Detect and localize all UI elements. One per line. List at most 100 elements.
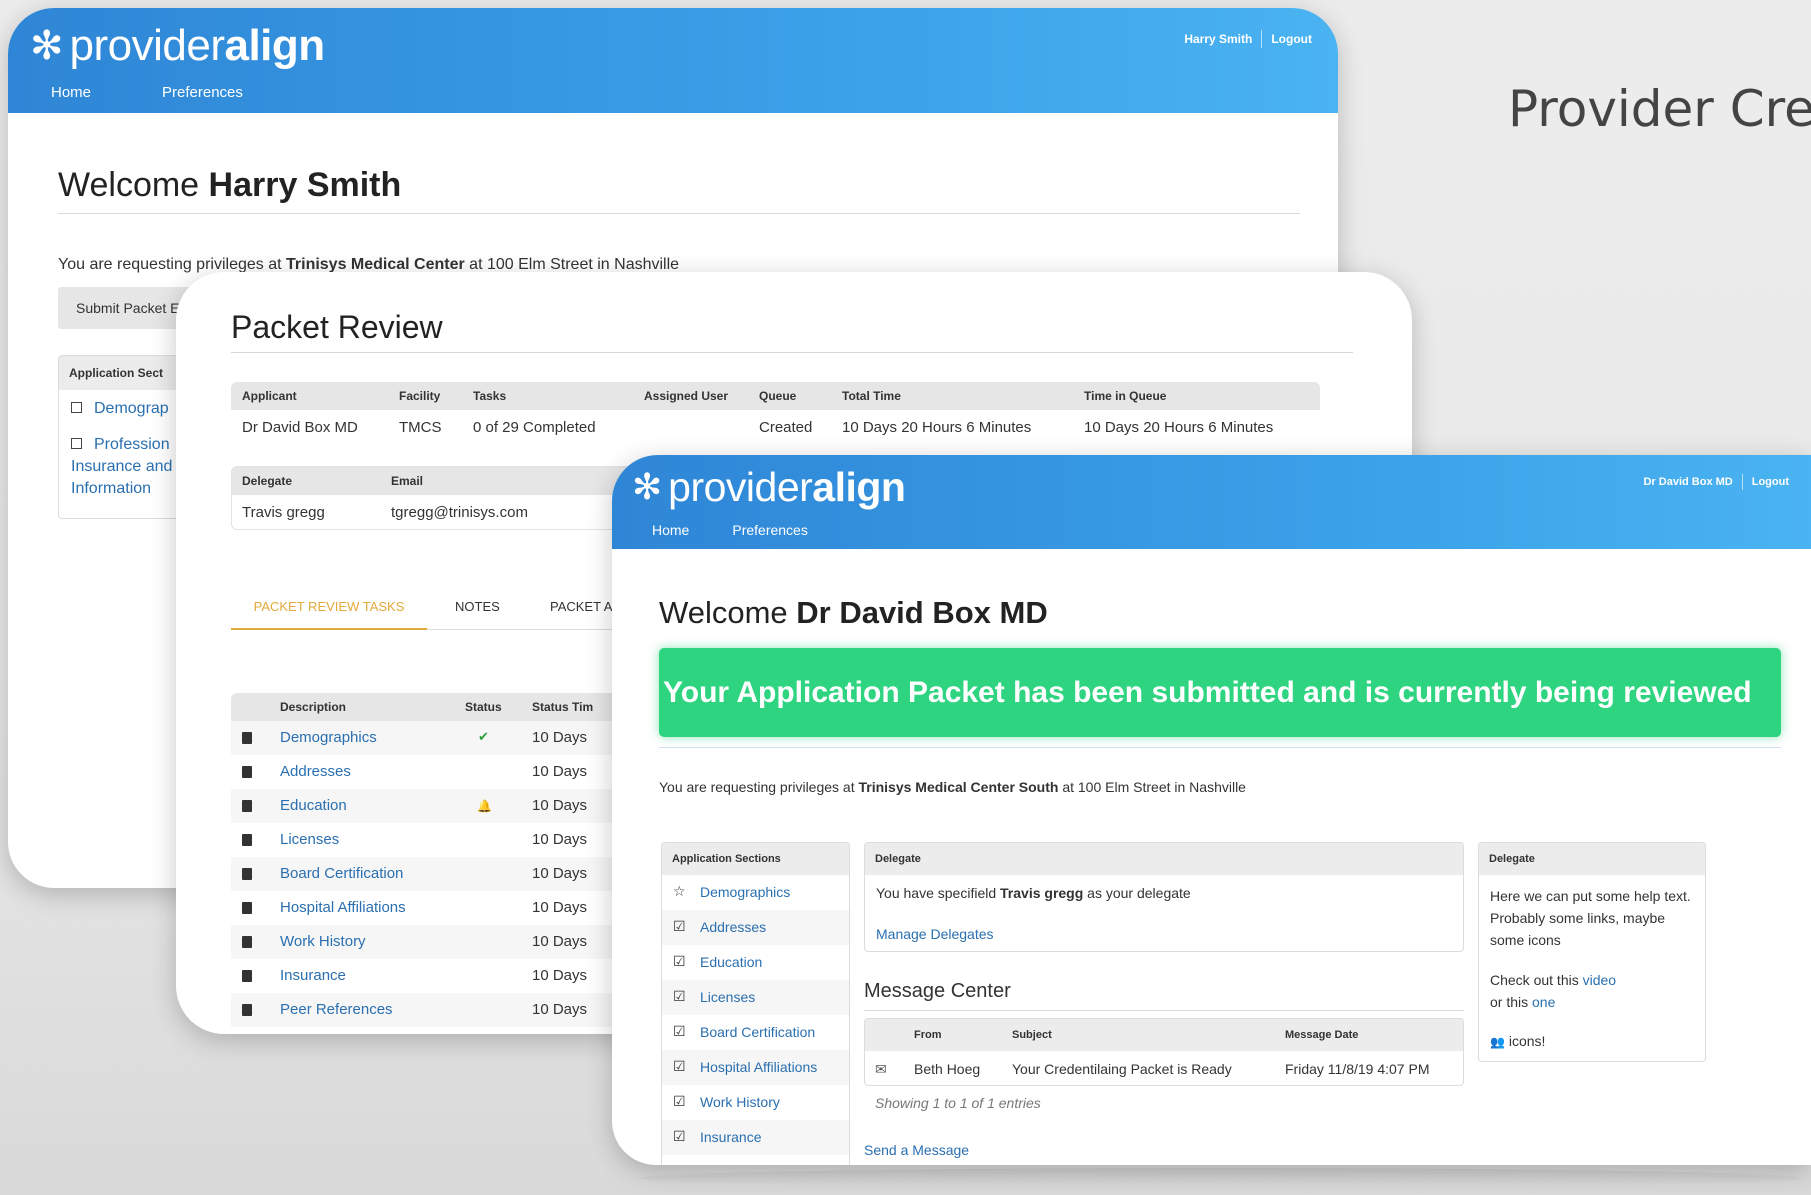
document-icon bbox=[242, 732, 252, 744]
checkbox-icon[interactable] bbox=[71, 438, 82, 449]
provideralign-logo: ✻ provider align bbox=[30, 21, 325, 70]
page-title: Provider Cre bbox=[1508, 80, 1811, 138]
section-link[interactable]: Work History bbox=[700, 1085, 780, 1120]
app-header: ✻ provider align Home Preferences Dr Davi… bbox=[612, 455, 1811, 549]
checked-box-icon: ☑ bbox=[673, 1024, 686, 1040]
checked-box-icon: ☑ bbox=[673, 1129, 686, 1145]
one-link[interactable]: one bbox=[1532, 994, 1555, 1010]
task-name-link[interactable]: Licenses bbox=[280, 823, 339, 857]
checked-box-icon: ☑ bbox=[673, 989, 686, 1005]
user-bar: Harry Smith Logout bbox=[1184, 30, 1312, 48]
delegate-text: You have specifield Travis gregg as your… bbox=[876, 885, 1191, 901]
document-icon bbox=[242, 1004, 252, 1016]
main-nav: Home Preferences bbox=[652, 522, 808, 538]
video-link[interactable]: video bbox=[1583, 972, 1616, 988]
document-icon bbox=[242, 800, 252, 812]
col-total-time: Total Time bbox=[842, 389, 901, 403]
col-tasks: Tasks bbox=[473, 389, 507, 403]
document-icon bbox=[242, 868, 252, 880]
tab-notes[interactable]: NOTES bbox=[455, 592, 500, 622]
dr-david-box-home-screen: ✻ provider align Home Preferences Dr Davi… bbox=[612, 455, 1811, 1165]
user-name[interactable]: Harry Smith bbox=[1184, 32, 1252, 46]
col-status-time: Status Tim bbox=[532, 700, 594, 714]
section-link[interactable]: Board Certification bbox=[700, 1015, 815, 1050]
section-item[interactable]: ☑ Board Certification bbox=[662, 1015, 849, 1050]
user-bar: Dr David Box MD Logout bbox=[1643, 474, 1789, 490]
task-name-link[interactable]: Board Certification bbox=[280, 857, 403, 891]
nav-home[interactable]: Home bbox=[652, 522, 689, 538]
section-link[interactable]: Licenses bbox=[700, 980, 755, 1015]
status-time: 10 Days bbox=[532, 729, 588, 746]
task-name-link[interactable]: Work History bbox=[280, 925, 366, 959]
section-item[interactable]: ☑ Hospital Affiliations bbox=[662, 1050, 849, 1085]
packet-review-title: Packet Review bbox=[231, 309, 443, 345]
logout-link[interactable]: Logout bbox=[1271, 32, 1312, 46]
status-time: 10 Days bbox=[532, 967, 588, 984]
nav-preferences[interactable]: Preferences bbox=[732, 522, 807, 538]
tab-packet-review-tasks[interactable]: PACKET REVIEW TASKS bbox=[231, 592, 427, 630]
task-name-link[interactable]: Insurance bbox=[280, 959, 346, 993]
envelope-icon: ✉ bbox=[875, 1061, 887, 1077]
user-name[interactable]: Dr David Box MD bbox=[1643, 476, 1732, 488]
document-icon bbox=[242, 936, 252, 948]
task-name-link[interactable]: Peer References bbox=[280, 993, 393, 1027]
checked-box-icon: ☑ bbox=[673, 1059, 686, 1075]
section-link[interactable]: Insurance bbox=[700, 1120, 761, 1155]
section-item[interactable]: ☑ Licenses bbox=[662, 980, 849, 1015]
task-name-link[interactable]: Addresses bbox=[280, 755, 351, 789]
packet-summary-table: Applicant Facility Tasks Assigned User Q… bbox=[231, 382, 1320, 446]
provideralign-logo: ✻ provider align bbox=[632, 463, 906, 510]
section-link[interactable]: Hospital Affiliations bbox=[700, 1050, 817, 1085]
section-item[interactable]: ☆ Demographics bbox=[662, 875, 849, 910]
section-link[interactable]: Demographics bbox=[700, 875, 790, 910]
logout-link[interactable]: Logout bbox=[1752, 476, 1789, 488]
welcome-heading: Welcome Dr David Box MD bbox=[659, 595, 1048, 630]
col-time-in-queue: Time in Queue bbox=[1084, 389, 1167, 403]
status-time: 10 Days bbox=[532, 933, 588, 950]
task-name-link[interactable]: Hospital Affiliations bbox=[280, 891, 406, 925]
alert-bell-icon: 🔔 bbox=[477, 799, 492, 813]
col-subject: Subject bbox=[1012, 1029, 1052, 1041]
panel-heading: Delegate bbox=[865, 843, 1463, 875]
col-queue: Queue bbox=[759, 389, 797, 403]
send-message-link[interactable]: Send a Message bbox=[864, 1142, 969, 1158]
section-item[interactable]: ☑ Insurance bbox=[662, 1120, 849, 1155]
col-facility: Facility bbox=[399, 389, 441, 403]
document-icon bbox=[242, 970, 252, 982]
checked-box-icon: ☑ bbox=[673, 1094, 686, 1110]
col-applicant: Applicant bbox=[242, 389, 297, 403]
checkbox-icon[interactable] bbox=[71, 402, 82, 413]
delegate-panel: Delegate You have specifield Travis greg… bbox=[864, 842, 1464, 952]
application-sections-panel: Application Sections ☆ Demographics ☑ Addre… bbox=[661, 842, 850, 1165]
col-assigned-user: Assigned User bbox=[644, 389, 729, 403]
section-link[interactable]: Education bbox=[700, 945, 762, 980]
col-delegate: Delegate bbox=[242, 474, 293, 488]
panel-heading: Application Sections bbox=[662, 843, 849, 875]
document-icon bbox=[242, 766, 252, 778]
checked-box-icon: ☑ bbox=[673, 954, 686, 970]
star-icon: ☆ bbox=[673, 884, 686, 900]
nav-preferences[interactable]: Preferences bbox=[162, 84, 243, 101]
help-text: Here we can put some help text. Probably… bbox=[1490, 888, 1691, 948]
section-item[interactable]: ☑ Education bbox=[662, 945, 849, 980]
checked-box-icon: ☑ bbox=[673, 919, 686, 935]
table-row[interactable]: Dr David Box MD TMCS 0 of 29 Completed C… bbox=[231, 410, 1320, 446]
manage-delegates-link[interactable]: Manage Delegates bbox=[865, 901, 1463, 942]
status-time: 10 Days bbox=[532, 865, 588, 882]
table-row[interactable]: ✉ Beth Hoeg Your Credentilaing Packet is… bbox=[865, 1051, 1463, 1085]
submission-status-banner: Your Application Packet has been submitt… bbox=[659, 648, 1781, 737]
task-name-link[interactable]: Demographics bbox=[280, 721, 377, 755]
logo-asterisk-icon: ✻ bbox=[632, 466, 663, 508]
status-time: 10 Days bbox=[532, 763, 588, 780]
status-time: 10 Days bbox=[532, 1001, 588, 1018]
task-name-link[interactable]: Education bbox=[280, 789, 347, 823]
section-item[interactable]: ☑ Work History bbox=[662, 1085, 849, 1120]
complete-check-icon: ✔ bbox=[478, 730, 489, 745]
section-item[interactable]: ☑ Addresses bbox=[662, 910, 849, 945]
col-from: From bbox=[914, 1029, 942, 1041]
col-status: Status bbox=[465, 700, 502, 714]
section-link[interactable]: Addresses bbox=[700, 910, 766, 945]
tab-packet-a[interactable]: PACKET A bbox=[550, 592, 612, 622]
help-panel: Delegate Here we can put some help text.… bbox=[1478, 842, 1706, 1062]
nav-home[interactable]: Home bbox=[51, 84, 91, 101]
